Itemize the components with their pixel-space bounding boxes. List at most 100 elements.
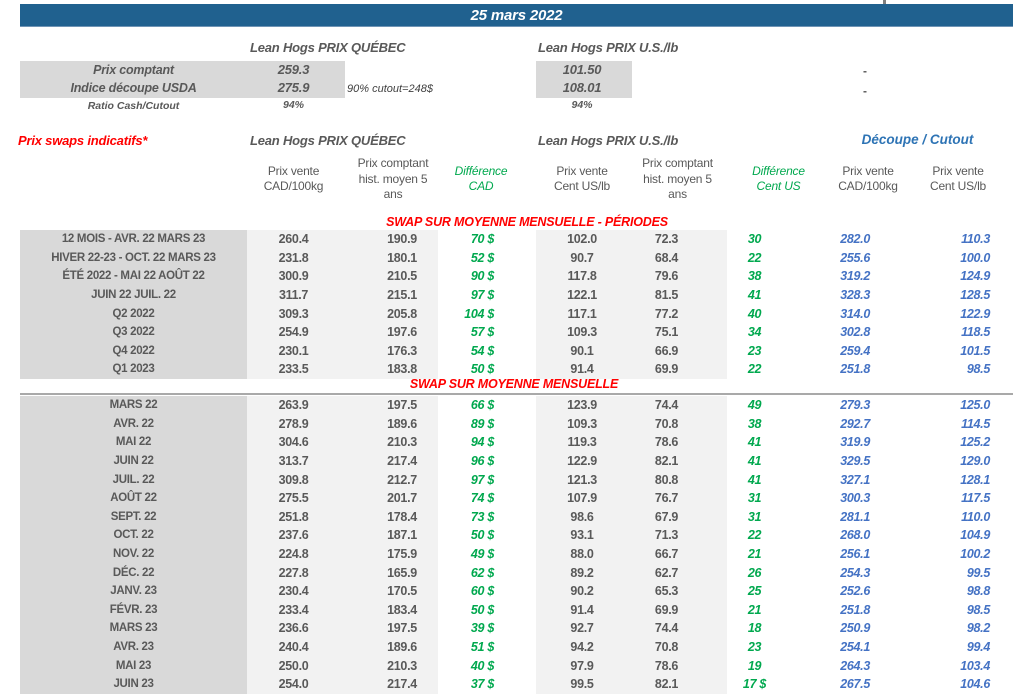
cell-hist-us: 74.4	[628, 396, 727, 415]
cell-hist-us: 67.9	[628, 507, 727, 527]
cell-prix-vente-cad: 263.9	[247, 396, 340, 415]
cell-cutout-cad: 319.9	[840, 435, 870, 450]
cell-prix-vente-cad: 230.1	[247, 341, 340, 361]
cell-difference-cad: 40 $	[470, 658, 494, 673]
cell-cutout-cad: 314.0	[840, 306, 870, 321]
cell-cutout-us: 98.5	[966, 362, 990, 377]
column-gap	[512, 675, 536, 694]
cell-difference-us: 40	[747, 306, 762, 321]
table-row: MAI 22 304.6 210.3 94 $ 119.3 78.6 41 319.9 125.…	[20, 433, 1008, 452]
cell-prix-vente-cad: 230.4	[247, 581, 340, 601]
table-row: JUIL. 22 309.8 212.7 97 $ 121.3 80.8 41 327.1 12…	[20, 470, 1008, 489]
cell-difference-cad: 74 $	[470, 491, 494, 506]
swaps-quebec-header: Lean Hogs PRIX QUÉBEC	[250, 133, 406, 148]
table-row: HIVER 22-23 - OCT. 22 MARS 23 231.8 180.1 5…	[20, 248, 1008, 268]
periods-section-title: SWAP SUR MOYENNE MENSUELLE - PÉRIODES	[386, 215, 668, 229]
cell-prix-vente-us: 121.3	[536, 470, 628, 489]
row-label: ÉTÉ 2022 - MAI 22 AOÛT 22	[20, 267, 247, 286]
cell-hist-cad: 201.7	[340, 488, 438, 508]
cell-cutout-cad: 282.0	[840, 232, 870, 247]
cell-difference-cad: 70 $	[470, 232, 494, 247]
row-label: 12 MOIS - AVR. 22 MARS 23	[20, 230, 247, 249]
table-row: Q2 2022 309.3 205.8 104 $ 117.1 77.2 40 314.0 12…	[20, 304, 1008, 323]
cell-hist-us: 68.4	[628, 248, 727, 268]
cell-cutout-us: 128.1	[960, 472, 990, 487]
column-gap	[512, 526, 536, 545]
column-gap	[512, 601, 536, 620]
column-gap	[512, 156, 536, 203]
cell-prix-vente-cad: 240.4	[247, 637, 340, 657]
cell-prix-vente-us: 117.1	[536, 304, 628, 323]
cell-difference-us: 34	[747, 325, 762, 340]
cell-cutout-cad: 255.6	[840, 250, 870, 265]
cell-hist-us: 62.7	[628, 563, 727, 582]
cell-hist-us: 74.4	[628, 619, 727, 638]
price-sheet: { "banner": { "date": "25 mars 2022" }, …	[0, 0, 1024, 696]
cell-prix-vente-us: 91.4	[536, 360, 628, 379]
cell-difference-cad: 54 $	[470, 343, 494, 358]
cell-cutout-cad: 254.1	[840, 640, 870, 655]
cell-difference-cad: 50 $	[470, 528, 494, 543]
cell-difference-cad: 97 $	[470, 288, 494, 303]
cell-difference-us: 38	[747, 269, 762, 284]
cell-difference-us: 26	[747, 565, 762, 580]
cell-difference-cad: 49 $	[470, 547, 494, 562]
cell-difference-cad: 94 $	[470, 435, 494, 450]
cell-prix-vente-cad: 231.8	[247, 248, 340, 268]
cell-prix-vente-us: 94.2	[536, 637, 628, 657]
table-row: MARS 23 236.6 197.5 39 $ 92.7 74.4 18 250.9 98.2	[20, 619, 1008, 638]
cell-prix-vente-us: 93.1	[536, 526, 628, 545]
cell-difference-us: 49	[747, 398, 762, 413]
cell-hist-cad: 190.9	[340, 230, 438, 249]
cell-prix-vente-us: 123.9	[536, 396, 628, 415]
cell-difference-cad: 104 $	[464, 306, 494, 321]
cell-cutout-us: 124.9	[960, 269, 990, 284]
column-gap	[512, 452, 536, 471]
cell-cutout-us: 118.5	[961, 325, 990, 340]
cell-hist-us: 71.3	[628, 526, 727, 545]
cell-prix-vente-cad: 227.8	[247, 563, 340, 582]
cell-cutout-cad: 281.1	[840, 509, 870, 524]
column-header: Prix vente CAD/100kg	[263, 163, 324, 194]
cell-prix-vente-us: 107.9	[536, 488, 628, 508]
column-header: Différence CAD	[454, 163, 508, 194]
column-header: Différence Cent US	[752, 163, 805, 194]
cell-difference-cad: 50 $	[470, 602, 494, 617]
cell-difference-cad: 62 $	[470, 565, 494, 580]
cell-hist-cad: 212.7	[340, 470, 438, 489]
row-label: MARS 23	[20, 619, 247, 638]
cell-hist-cad: 175.9	[340, 544, 438, 564]
cell-difference-us: 41	[747, 288, 762, 303]
row-label: AVR. 23	[20, 637, 247, 657]
cell-prix-vente-us: 90.1	[536, 341, 628, 361]
cell-cutout-us: 98.8	[966, 584, 990, 599]
spot-us-value: 101.50	[562, 62, 602, 77]
table-row: FÉVR. 23 233.4 183.4 50 $ 91.4 69.9 21 251.8 98.…	[20, 600, 1008, 620]
cell-cutout-cad: 300.3	[840, 491, 870, 506]
table-row: OCT. 22 237.6 187.1 50 $ 93.1 71.3 22 268.0 104.…	[20, 526, 1008, 545]
cell-prix-vente-cad: 311.7	[247, 285, 340, 305]
cell-hist-cad: 205.8	[340, 304, 438, 323]
cell-cutout-cad: 250.9	[840, 621, 870, 636]
cell-cutout-us: 100.0	[960, 250, 990, 265]
table-row: Q3 2022 254.9 197.6 57 $ 109.3 75.1 34 302.8 118…	[20, 322, 1008, 342]
cell-cutout-us: 125.0	[960, 398, 990, 413]
periods-table: 12 MOIS - AVR. 22 MARS 23 260.4 190.9 70 $ 1…	[20, 230, 1008, 379]
row-label: JUIN 22	[20, 451, 247, 471]
cell-prix-vente-us: 98.6	[536, 507, 628, 527]
cell-cutout-cad: 319.2	[840, 269, 870, 284]
cell-hist-cad: 183.8	[340, 360, 438, 379]
cell-cutout-us: 101.5	[960, 343, 990, 358]
row-label: MAI 22	[20, 433, 247, 452]
row-label: AOÛT 22	[20, 488, 247, 508]
column-gap	[512, 433, 536, 452]
row-label: JUIN 22 JUIL. 22	[20, 285, 247, 305]
cell-hist-us: 70.8	[628, 414, 727, 434]
table-row: NOV. 22 224.8 175.9 49 $ 88.0 66.7 21 256.1 100.…	[20, 544, 1008, 564]
row-label: SEPT. 22	[20, 507, 247, 527]
spot-row-label: Ratio Cash/Cutout	[87, 100, 180, 112]
cell-cutout-cad: 256.1	[840, 547, 870, 562]
cell-difference-us: 23	[747, 640, 762, 655]
column-gap	[512, 489, 536, 508]
cell-cutout-us: 104.6	[960, 677, 990, 692]
